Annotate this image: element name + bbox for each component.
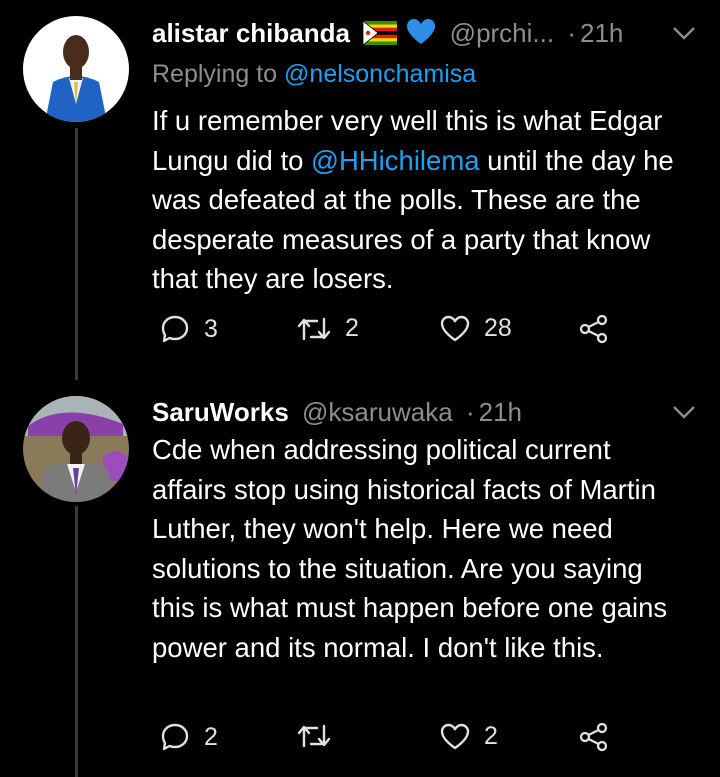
display-name[interactable]: SaruWorks xyxy=(152,397,289,427)
like-count: 28 xyxy=(484,314,512,342)
display-name[interactable]: alistar chibanda xyxy=(152,18,350,48)
tweet-body: If u remember very well this is what Edg… xyxy=(152,101,692,299)
body-text: Cde when addressing political current af… xyxy=(152,434,668,663)
retweet-button[interactable]: 2 xyxy=(297,314,359,343)
replying-prefix: Replying to xyxy=(152,60,285,88)
tweet-body: Cde when addressing political current af… xyxy=(152,430,692,667)
separator-dot: · xyxy=(465,397,475,427)
timestamp[interactable]: 21h xyxy=(479,397,522,427)
like-count: 2 xyxy=(484,722,498,750)
chevron-down-icon[interactable] xyxy=(672,26,696,45)
reply-count: 3 xyxy=(204,314,218,343)
tweet-2[interactable]: SaruWorks @ksaruwaka · 21h Cde when addre… xyxy=(0,380,720,777)
blue-heart-icon xyxy=(406,18,436,53)
heart-icon xyxy=(440,315,470,343)
avatar[interactable] xyxy=(23,396,129,502)
replying-mention[interactable]: @nelsonchamisa xyxy=(284,60,476,88)
replying-to: Replying to @nelsonchamisa xyxy=(152,60,476,89)
thread-line xyxy=(75,506,78,777)
handle[interactable]: @ksaruwaka xyxy=(302,397,453,427)
share-icon xyxy=(579,722,609,752)
chevron-down-icon[interactable] xyxy=(672,405,696,424)
tweet-header: alistar chibanda @prchi... · 21h xyxy=(152,17,690,53)
thread-line xyxy=(75,128,78,380)
handle[interactable]: @prchi... xyxy=(450,18,554,48)
share-icon xyxy=(579,314,609,344)
action-bar: 3 2 28 xyxy=(152,314,632,354)
reply-button[interactable]: 2 xyxy=(160,722,218,752)
retweet-icon xyxy=(297,315,331,343)
reply-icon xyxy=(160,722,190,752)
reply-button[interactable]: 3 xyxy=(160,314,218,344)
timestamp[interactable]: 21h xyxy=(580,18,623,48)
like-button[interactable]: 2 xyxy=(440,722,498,751)
zimbabwe-flag-icon xyxy=(362,20,398,52)
like-button[interactable]: 28 xyxy=(440,314,512,343)
tweet-header: SaruWorks @ksaruwaka · 21h xyxy=(152,396,690,428)
retweet-icon xyxy=(297,722,331,750)
retweet-count: 2 xyxy=(345,314,359,342)
reply-icon xyxy=(160,314,190,344)
body-mention[interactable]: @HHichilema xyxy=(311,145,480,176)
tweet-1[interactable]: alistar chibanda @prchi... · 21h Replying… xyxy=(0,0,720,380)
separator-dot: · xyxy=(567,18,576,48)
heart-icon xyxy=(440,723,470,751)
reply-count: 2 xyxy=(204,722,218,751)
avatar[interactable] xyxy=(23,16,129,122)
action-bar: 2 2 xyxy=(152,722,632,762)
share-button[interactable] xyxy=(579,314,609,344)
retweet-button[interactable] xyxy=(297,722,345,750)
share-button[interactable] xyxy=(579,722,609,752)
